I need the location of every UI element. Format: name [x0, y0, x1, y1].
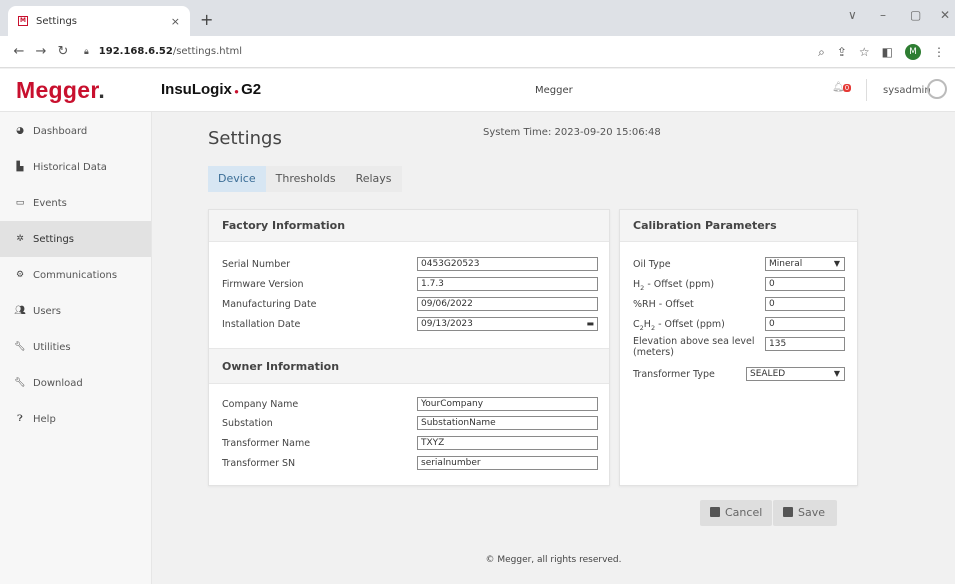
save-button[interactable]: Save: [773, 500, 837, 526]
sidebar-item-users[interactable]: 👥︎ Users: [0, 293, 151, 329]
system-time: System Time: 2023-09-20 15:06:48: [483, 127, 661, 138]
tab-title: Settings: [36, 15, 78, 27]
gear-icon: ✲: [16, 234, 24, 244]
serial-number-label: Serial Number: [222, 259, 291, 270]
rh-offset-field[interactable]: 0: [765, 297, 845, 311]
gears-icon: ⚙: [15, 270, 25, 280]
c2h2-offset-field[interactable]: 0: [765, 317, 845, 331]
username[interactable]: sysadmin: [883, 85, 931, 96]
users-icon: 👥︎: [14, 306, 26, 316]
browser-tab[interactable]: M Settings ×: [8, 6, 190, 36]
browser-menu-icon[interactable]: ⋮: [933, 45, 945, 59]
settings-tabs: Device Thresholds Relays: [208, 166, 402, 192]
minimize-button[interactable]: –: [880, 8, 886, 22]
url-path: /settings.html: [172, 46, 243, 57]
reload-icon[interactable]: ↻: [52, 44, 74, 59]
notification-badge: 0: [842, 84, 852, 92]
bookmark-star-icon[interactable]: ☆: [859, 45, 870, 59]
firmware-version-field[interactable]: 1.7.3: [417, 277, 598, 291]
forward-icon[interactable]: →: [30, 44, 52, 59]
installation-date-label: Installation Date: [222, 319, 301, 330]
tab-search-icon[interactable]: ∨: [848, 8, 857, 22]
user-avatar-icon[interactable]: [927, 79, 947, 99]
header-center-title: Megger: [535, 85, 573, 96]
sidebar-item-communications[interactable]: ⚙ Communications: [0, 257, 151, 293]
sidebar-item-historical-data[interactable]: ▙ Historical Data: [0, 149, 151, 185]
h2-offset-field[interactable]: 0: [765, 277, 845, 291]
company-name-label: Company Name: [222, 399, 299, 410]
notification-bell-icon[interactable]: 🔔︎0: [832, 82, 852, 93]
h2-offset-label: H2 - Offset (ppm): [633, 279, 715, 292]
oil-type-select[interactable]: Mineral ▼: [765, 257, 845, 271]
back-icon[interactable]: ←: [8, 44, 30, 59]
url-field[interactable]: 🔒︎ 192.168.6.52/settings.html: [84, 46, 242, 57]
calendar-icon[interactable]: ▬: [586, 318, 594, 330]
sidebar-item-download[interactable]: 🔧︎ Download: [0, 365, 151, 401]
transformer-sn-field[interactable]: serialnumber: [417, 456, 598, 470]
lock-icon: 🔒︎: [84, 46, 89, 57]
manufacturing-date-field[interactable]: 09/06/2022: [417, 297, 598, 311]
sidebar-item-help[interactable]: ❓︎ Help: [0, 401, 151, 437]
transformer-sn-label: Transformer SN: [222, 458, 296, 469]
product-name: InsuLogix ● G2: [161, 81, 262, 98]
side-panel-icon[interactable]: ◧: [882, 45, 893, 59]
factory-info-heading: Factory Information: [209, 210, 609, 242]
floppy-save-icon: [783, 507, 793, 517]
elevation-label: Elevation above sea level (meters): [633, 336, 755, 358]
new-tab-button[interactable]: +: [200, 10, 213, 29]
manufacturing-date-label: Manufacturing Date: [222, 299, 317, 310]
installation-date-field[interactable]: 09/13/2023 ▬: [417, 317, 598, 331]
sidebar-item-settings[interactable]: ✲ Settings: [0, 221, 151, 257]
calibration-heading: Calibration Parameters: [620, 210, 857, 242]
address-bar: ← → ↻ 🔒︎ 192.168.6.52/settings.html ⌕ ⇪ …: [0, 36, 955, 68]
firmware-version-label: Firmware Version: [222, 279, 304, 290]
sidebar-item-utilities[interactable]: 🔧︎ Utilities: [0, 329, 151, 365]
calibration-panel: Calibration Parameters Oil Type Mineral ▼…: [619, 209, 858, 486]
megger-logo: Megger.: [16, 77, 106, 103]
cancel-button[interactable]: Cancel: [700, 500, 773, 526]
elevation-field[interactable]: 135: [765, 337, 845, 351]
profile-avatar[interactable]: M: [905, 44, 921, 60]
oil-type-label: Oil Type: [633, 259, 671, 270]
page-title: Settings: [208, 128, 282, 149]
transformer-type-select[interactable]: SEALED ▼: [746, 367, 845, 381]
device-info-panel: Factory Information Serial Number 0453G2…: [208, 209, 610, 486]
sidebar: ◕ Dashboard ▙ Historical Data ▭ Events ✲ Set…: [0, 112, 152, 584]
tab-device[interactable]: Device: [208, 166, 266, 192]
footer-copyright: © Megger, all rights reserved.: [485, 555, 622, 565]
question-icon: ❓︎: [17, 414, 23, 424]
tab-relays[interactable]: Relays: [345, 166, 402, 192]
app-header: Megger. InsuLogix ● G2 Megger 🔔︎0 sysadm…: [0, 69, 955, 112]
owner-info-heading: Owner Information: [209, 348, 609, 384]
sidebar-item-events[interactable]: ▭ Events: [0, 185, 151, 221]
megger-favicon-icon: M: [18, 16, 28, 26]
wrench-icon: 🔧︎: [14, 342, 26, 352]
browser-tab-bar: M Settings × + ∨ – ▢ ✕: [0, 0, 955, 36]
substation-label: Substation: [222, 418, 273, 429]
header-divider: [866, 79, 867, 101]
serial-number-field[interactable]: 0453G20523: [417, 257, 598, 271]
dashboard-icon: ◕: [16, 126, 24, 136]
chevron-down-icon: ▼: [833, 259, 840, 268]
company-name-field[interactable]: YourCompany: [417, 397, 598, 411]
wrench-icon: 🔧︎: [14, 378, 26, 388]
tab-close-button[interactable]: ×: [171, 15, 180, 28]
c2h2-offset-label: C2H2 - Offset (ppm): [633, 319, 725, 332]
transformer-type-label: Transformer Type: [633, 369, 715, 380]
chart-icon: ▙: [16, 162, 24, 172]
zoom-icon[interactable]: ⌕: [818, 45, 825, 60]
transformer-name-field[interactable]: TXYZ: [417, 436, 598, 450]
chevron-down-icon: ▼: [833, 369, 840, 378]
substation-field[interactable]: SubstationName: [417, 416, 598, 430]
close-box-icon: [710, 507, 720, 517]
monitor-icon: ▭: [15, 198, 25, 208]
maximize-button[interactable]: ▢: [910, 8, 921, 22]
rh-offset-label: %RH - Offset: [633, 299, 694, 310]
share-icon[interactable]: ⇪: [837, 45, 847, 59]
sidebar-item-dashboard[interactable]: ◕ Dashboard: [0, 113, 151, 149]
close-window-button[interactable]: ✕: [940, 8, 950, 22]
tab-thresholds[interactable]: Thresholds: [265, 166, 346, 192]
url-host: 192.168.6.52: [98, 46, 173, 57]
transformer-name-label: Transformer Name: [222, 438, 311, 449]
